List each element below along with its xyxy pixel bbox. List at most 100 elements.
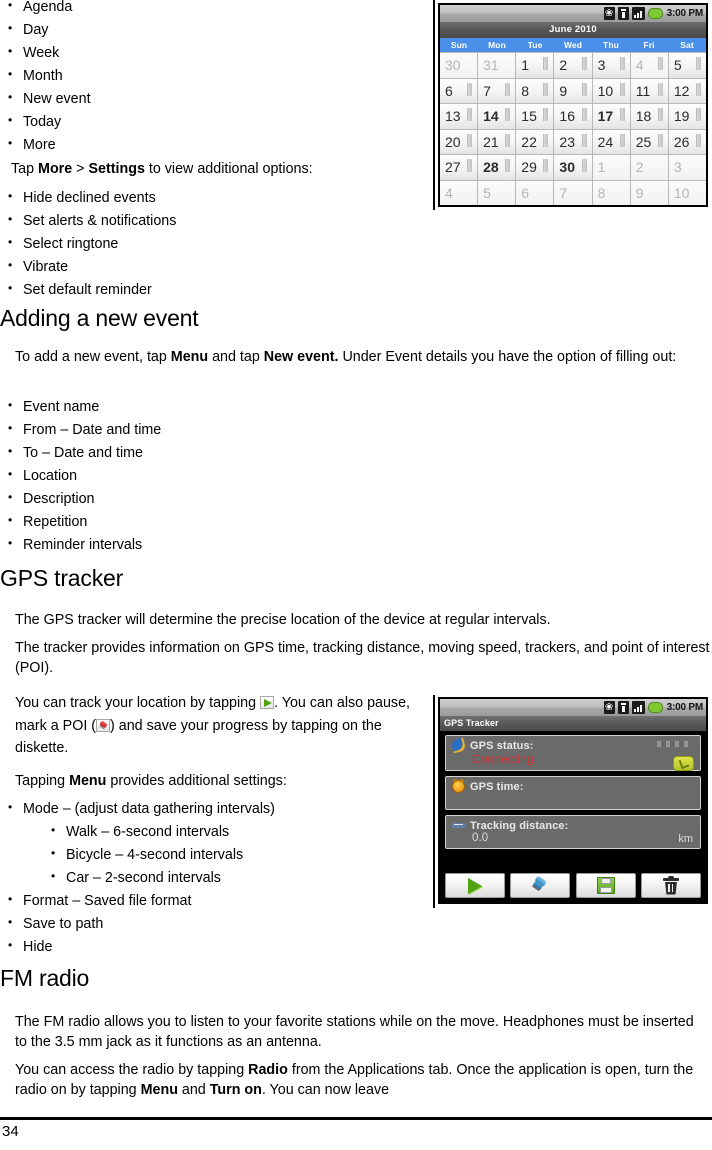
calendar-day-cell[interactable]: 7 xyxy=(554,180,592,205)
list-item: Car – 2-second intervals xyxy=(43,867,430,890)
delete-button[interactable] xyxy=(640,873,701,898)
calendar-day-number: 25 xyxy=(635,133,652,150)
calendar-day-cell[interactable]: 1 xyxy=(592,155,630,180)
calendar-day-number: 30 xyxy=(445,57,461,73)
gps-paragraph-1: The GPS tracker will determine the preci… xyxy=(15,610,700,630)
gps-time-card[interactable]: GPS time: xyxy=(445,776,701,810)
calendar-day-cell[interactable]: 5 xyxy=(478,180,516,205)
para-middle: and tap xyxy=(208,349,264,365)
calendar-day-cell[interactable]: 19 xyxy=(668,104,706,129)
list-item-label: From – Date and time xyxy=(23,422,162,439)
calendar-event-marker xyxy=(657,57,663,70)
calendar-event-marker xyxy=(581,57,587,70)
calendar-day-number: 21 xyxy=(483,133,499,150)
menu-keyword: Menu xyxy=(69,773,107,789)
event-details-list: Event name From – Date and time To – Dat… xyxy=(0,395,430,557)
calendar-day-cell[interactable]: 22 xyxy=(516,129,554,154)
calendar-day-cell[interactable]: 30 xyxy=(440,53,478,78)
calendar-day-cell[interactable]: 23 xyxy=(554,129,592,154)
battery-icon xyxy=(647,8,663,19)
settings-options-list: Hide declined events Set alerts & notifi… xyxy=(0,186,430,302)
calendar-event-marker xyxy=(467,159,473,172)
signal-bars-icon xyxy=(631,7,645,20)
gps-status-value: Connecting xyxy=(472,752,534,766)
calendar-day-cell[interactable]: 9 xyxy=(630,180,668,205)
list-item: Vibrate xyxy=(0,256,430,279)
calendar-day-cell[interactable]: 15 xyxy=(516,104,554,129)
calendar-day-cell[interactable]: 2 xyxy=(630,155,668,180)
mark-poi-button[interactable] xyxy=(510,873,571,898)
calendar-day-cell[interactable]: 7 xyxy=(478,78,516,103)
calendar-day-cell[interactable]: 18 xyxy=(630,104,668,129)
tracking-distance-unit: km xyxy=(678,833,693,845)
sim-card-icon xyxy=(617,701,629,714)
tracking-distance-row: Tracking distance: xyxy=(452,819,694,832)
calendar-day-number: 1 xyxy=(521,57,530,73)
gps-status-row: GPS status: xyxy=(450,737,694,754)
calendar-event-marker xyxy=(467,108,473,121)
list-item: Hide xyxy=(0,936,430,959)
list-item: More xyxy=(0,134,430,157)
calendar-day-cell[interactable]: 10 xyxy=(668,180,706,205)
sim-card-icon xyxy=(617,7,629,20)
list-item: Month xyxy=(0,65,430,88)
calendar-day-cell[interactable]: 21 xyxy=(478,129,516,154)
tracking-distance-card[interactable]: Tracking distance: 0.0 km xyxy=(445,815,701,849)
calendar-day-cell[interactable]: 13 xyxy=(440,104,478,129)
calendar-event-marker xyxy=(543,133,549,147)
calendar-event-marker xyxy=(581,108,587,121)
calendar-day-cell[interactable]: 8 xyxy=(516,78,554,103)
calendar-day-cell[interactable]: 5 xyxy=(668,53,706,78)
gps-status-card[interactable]: GPS status: Connecting xyxy=(445,735,701,771)
adding-event-section: Adding a new event xyxy=(0,305,690,332)
calendar-day-cell[interactable]: 1 xyxy=(516,53,554,78)
calendar-day-cell[interactable]: 17 xyxy=(592,104,630,129)
save-button[interactable] xyxy=(575,873,636,898)
calendar-day-cell[interactable]: 4 xyxy=(630,53,668,78)
calendar-day-number: 26 xyxy=(673,133,690,150)
calendar-day-cell[interactable]: 20 xyxy=(440,129,478,154)
calendar-day-cell[interactable]: 24 xyxy=(592,129,630,154)
calendar-day-cell[interactable]: 3 xyxy=(592,53,630,78)
status-bar-clock: 3:00 PM xyxy=(666,8,704,19)
calendar-day-grid[interactable]: 30 31 1 2 3 4 5 6 7 8 9 10 11 12 13 14 15 16 17 18 19 20 21 22 2… xyxy=(440,52,706,205)
footer-divider xyxy=(0,1117,712,1120)
para-prefix: To add a new event, tap xyxy=(15,349,171,365)
calendar-day-cell[interactable]: 6 xyxy=(440,78,478,103)
fm-text-1: The FM radio allows you to listen to you… xyxy=(15,1014,694,1051)
calendar-day-number: 4 xyxy=(635,57,644,73)
calendar-day-cell[interactable]: 28 xyxy=(478,155,516,180)
calendar-day-cell[interactable]: 16 xyxy=(554,104,592,129)
calendar-day-number: 10 xyxy=(673,184,690,201)
calendar-day-cell[interactable]: 25 xyxy=(630,129,668,154)
calendar-day-cell[interactable]: 31 xyxy=(478,53,516,78)
pin-icon xyxy=(96,718,111,732)
calendar-day-cell[interactable]: 10 xyxy=(592,78,630,103)
list-item: Reminder intervals xyxy=(0,534,430,557)
start-button[interactable] xyxy=(445,873,505,898)
calendar-day-cell[interactable]: 27 xyxy=(440,155,478,180)
calendar-day-cell[interactable]: 2 xyxy=(554,53,592,78)
calendar-day-cell[interactable]: 29 xyxy=(516,155,554,180)
list-item-label: Set default reminder xyxy=(23,282,152,299)
signal-bars-icon xyxy=(631,701,645,714)
calendar-event-marker xyxy=(467,82,473,96)
list-item: Save to path xyxy=(0,913,430,936)
calendar-event-marker xyxy=(543,108,549,121)
calendar-day-cell[interactable]: 3 xyxy=(668,155,706,180)
list-item-label: Format – Saved file format xyxy=(23,893,192,910)
calendar-day-cell[interactable]: 4 xyxy=(440,180,478,205)
calendar-day-cell[interactable]: 8 xyxy=(592,180,630,205)
calendar-day-cell[interactable]: 11 xyxy=(630,78,668,103)
tracking-distance-value: 0.0 xyxy=(472,832,489,844)
calendar-day-cell[interactable]: 30 xyxy=(554,155,592,180)
calendar-event-marker xyxy=(657,108,663,121)
calendar-day-cell[interactable]: 12 xyxy=(668,78,706,103)
calendar-day-cell[interactable]: 6 xyxy=(516,180,554,205)
satellite-icon xyxy=(450,737,467,754)
calendar-day-number: 19 xyxy=(673,108,690,124)
calendar-day-cell[interactable]: 9 xyxy=(554,78,592,103)
play-icon xyxy=(260,696,275,709)
calendar-day-cell[interactable]: 14 xyxy=(478,104,516,129)
calendar-day-cell[interactable]: 26 xyxy=(668,129,706,154)
